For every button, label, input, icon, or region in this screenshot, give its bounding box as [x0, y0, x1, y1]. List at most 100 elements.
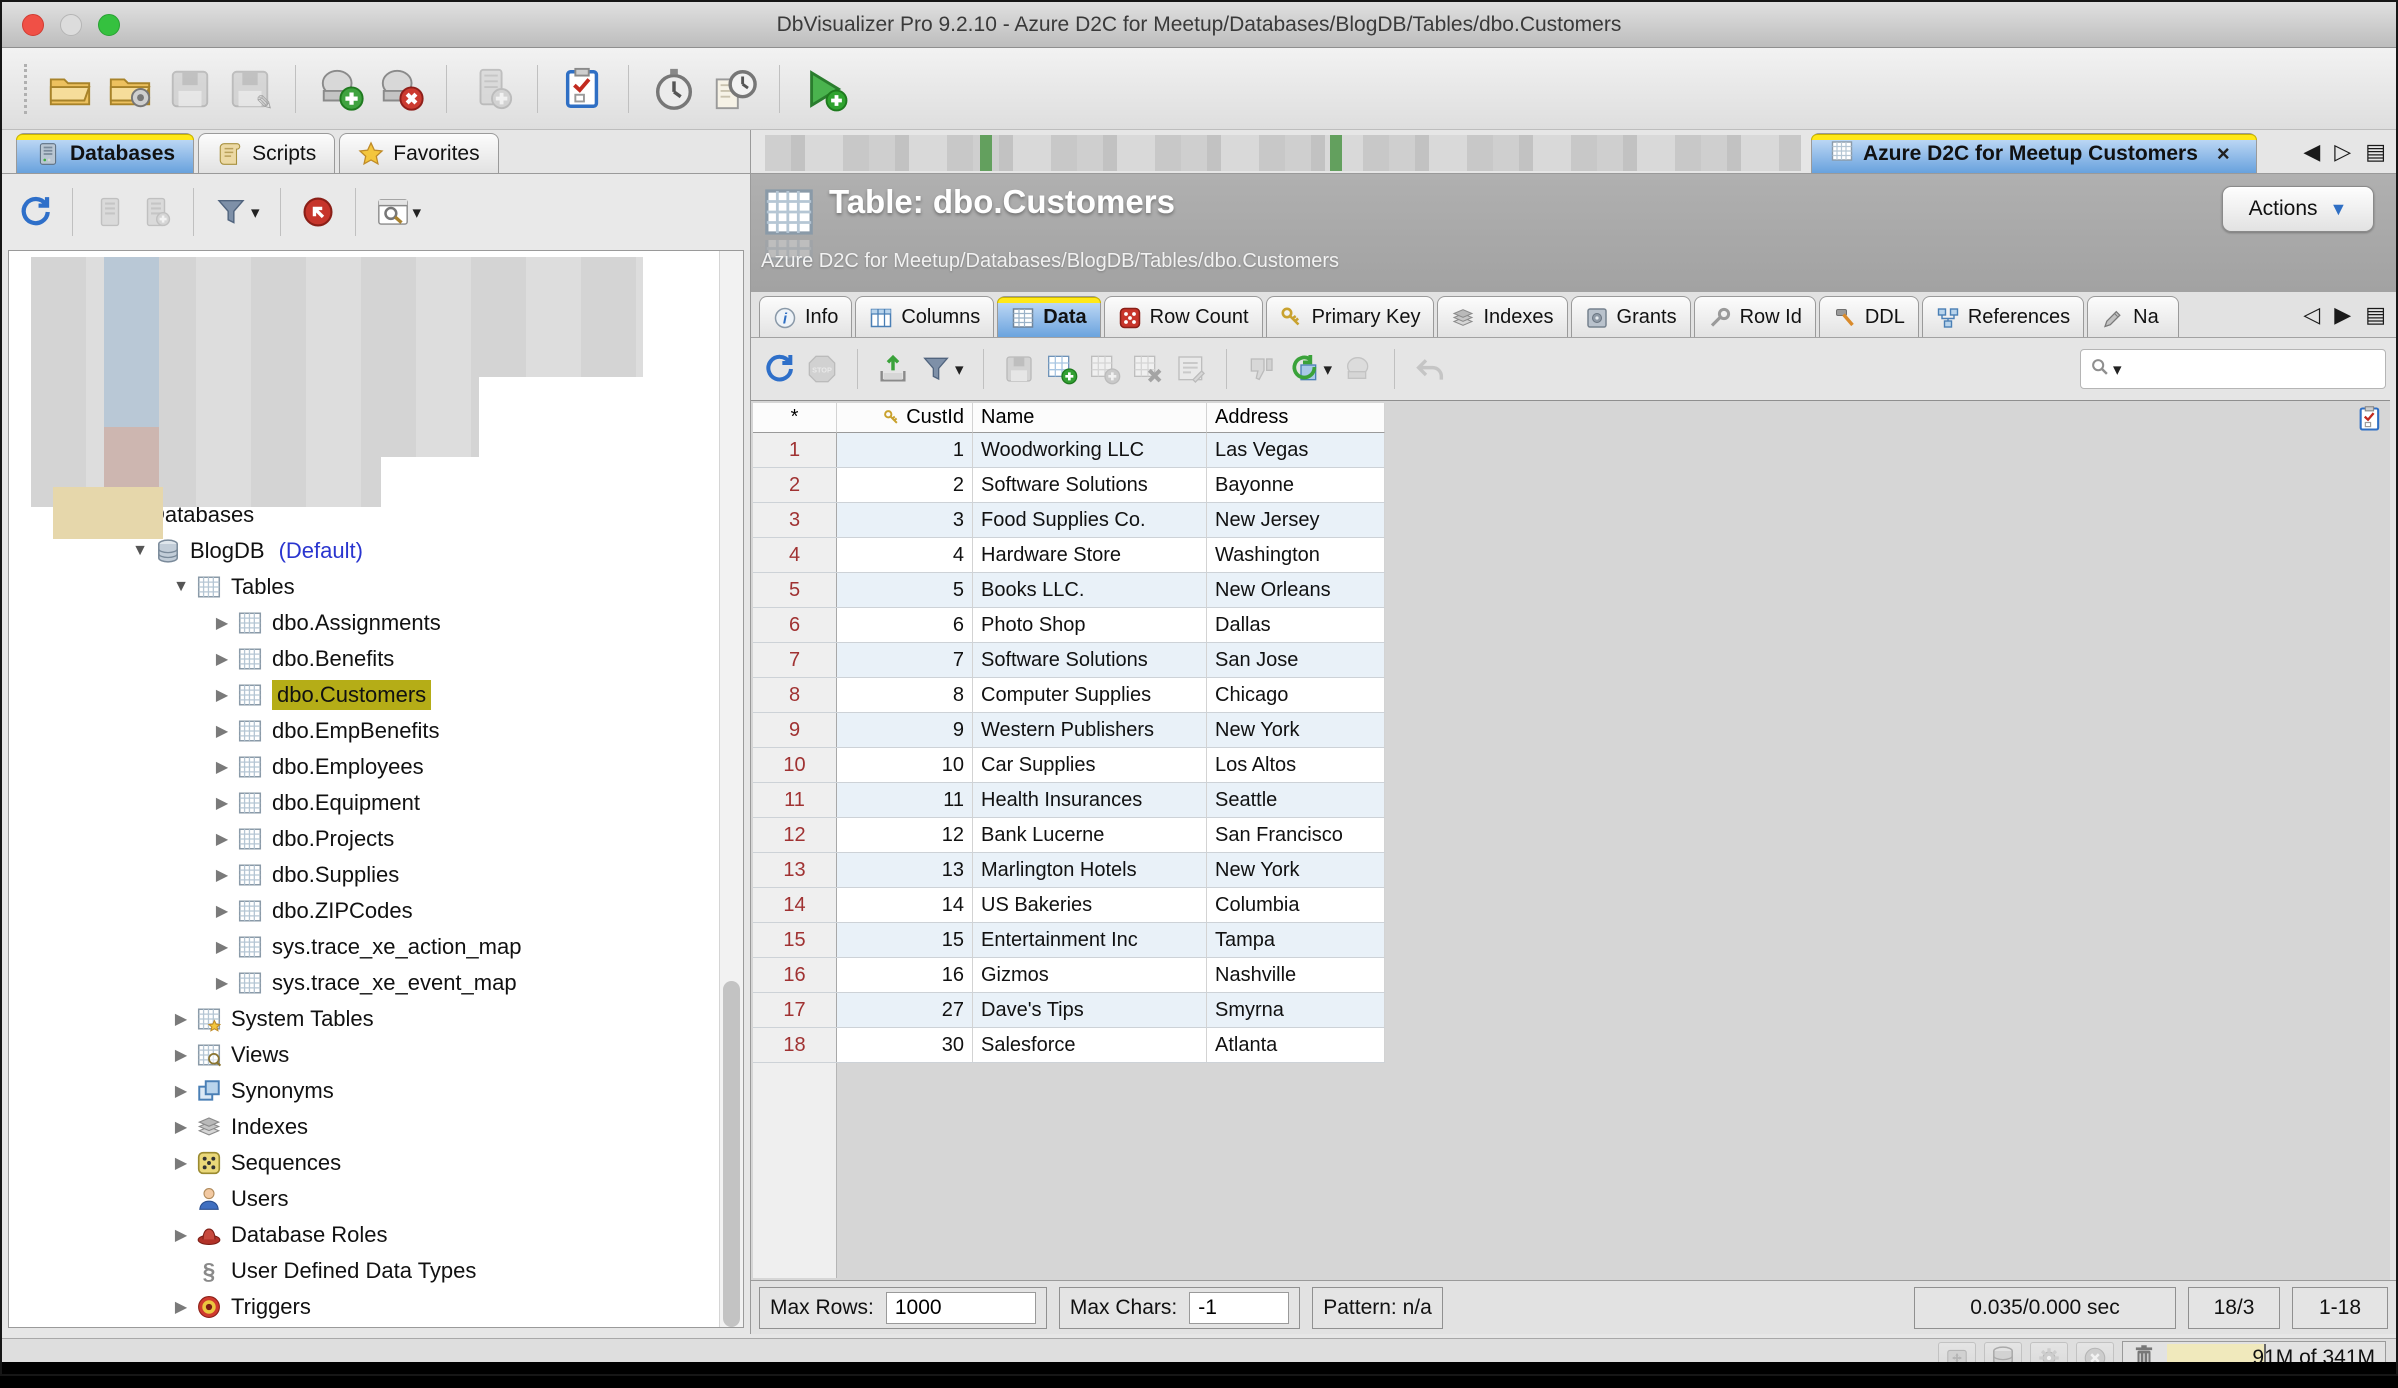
cell-address[interactable]: New York — [1207, 853, 1385, 887]
table-row[interactable]: 99Western PublishersNew York — [753, 713, 1385, 748]
cell-custid[interactable]: 8 — [837, 678, 973, 712]
table-row[interactable]: 1313Marlington HotelsNew York — [753, 853, 1385, 888]
cell-custid[interactable]: 7 — [837, 643, 973, 677]
table-row[interactable]: 1212Bank LucerneSan Francisco — [753, 818, 1385, 853]
table-row[interactable]: 1515Entertainment IncTampa — [753, 923, 1385, 958]
cell-address[interactable]: Las Vegas — [1207, 433, 1385, 467]
tab-columns[interactable]: Columns — [855, 296, 994, 338]
tree-scrollbar-thumb[interactable] — [723, 981, 740, 1327]
grid-search-box[interactable]: ▾ — [2080, 349, 2386, 389]
tree-item-dbo-projects[interactable]: ▶dbo.Projects — [9, 821, 717, 857]
connection-settings-button[interactable] — [107, 66, 153, 112]
cell-address[interactable]: San Francisco — [1207, 818, 1385, 852]
find-object-button[interactable]: ▾ — [376, 195, 422, 229]
close-window-button[interactable] — [22, 14, 44, 36]
export-grid-button[interactable] — [877, 353, 909, 385]
tab-na[interactable]: Na — [2087, 296, 2179, 338]
table-row[interactable]: 22Software SolutionsBayonne — [753, 468, 1385, 503]
collapsed-arrow-icon[interactable]: ▶ — [166, 1297, 196, 1317]
tree-item-synonyms[interactable]: ▶Synonyms — [9, 1073, 717, 1109]
cell-custid[interactable]: 1 — [837, 433, 973, 467]
scroll-tabs-left-button[interactable]: ◀ — [2303, 141, 2320, 163]
collapsed-arrow-icon[interactable]: ▶ — [166, 1117, 196, 1137]
scheduled-tasks-button[interactable] — [711, 66, 757, 112]
cell-name[interactable]: Car Supplies — [973, 748, 1207, 782]
query-monitor-button[interactable] — [651, 66, 697, 112]
cell-name[interactable]: US Bakeries — [973, 888, 1207, 922]
tree-scrollbar[interactable] — [719, 251, 743, 1327]
table-row[interactable]: 1727Dave's TipsSmyrna — [753, 993, 1385, 1028]
cell-address[interactable]: Smyrna — [1207, 993, 1385, 1027]
tab-row-id[interactable]: Row Id — [1694, 296, 1816, 338]
cell-name[interactable]: Western Publishers — [973, 713, 1207, 747]
cell-address[interactable]: Los Altos — [1207, 748, 1385, 782]
cell-name[interactable]: Software Solutions — [973, 468, 1207, 502]
cell-name[interactable]: Computer Supplies — [973, 678, 1207, 712]
collapsed-arrow-icon[interactable]: ▶ — [207, 613, 237, 633]
tab-references[interactable]: References — [1922, 296, 2084, 338]
tree-item-dbo-empbenefits[interactable]: ▶dbo.EmpBenefits — [9, 713, 717, 749]
cell-address[interactable]: Atlanta — [1207, 1028, 1385, 1062]
tree-item-dbo-assignments[interactable]: ▶dbo.Assignments — [9, 605, 717, 641]
collapsed-arrow-icon[interactable]: ▶ — [166, 1153, 196, 1173]
collapsed-arrow-icon[interactable]: ▶ — [207, 685, 237, 705]
filter-data-button[interactable]: ▾ — [920, 353, 964, 385]
collapsed-arrow-icon[interactable]: ▶ — [207, 757, 237, 777]
cell-name[interactable]: Software Solutions — [973, 643, 1207, 677]
cell-address[interactable]: Dallas — [1207, 608, 1385, 642]
tab-primary-key[interactable]: Primary Key — [1266, 296, 1435, 338]
close-tab-icon[interactable]: × — [2217, 141, 2230, 167]
table-row[interactable]: 1830SalesforceAtlanta — [753, 1028, 1385, 1063]
dropdown-caret-icon[interactable]: ▾ — [955, 361, 964, 378]
tab-favorites[interactable]: Favorites — [339, 133, 498, 173]
cell-name[interactable]: Photo Shop — [973, 608, 1207, 642]
table-row[interactable]: 1616GizmosNashville — [753, 958, 1385, 993]
tree-item-sys-trace-xe-event-map[interactable]: ▶sys.trace_xe_event_map — [9, 965, 717, 1001]
table-row[interactable]: 66Photo ShopDallas — [753, 608, 1385, 643]
cell-custid[interactable]: 14 — [837, 888, 973, 922]
expanded-arrow-icon[interactable]: ▼ — [125, 542, 155, 560]
connect-button[interactable] — [318, 66, 364, 112]
cell-address[interactable]: Washington — [1207, 538, 1385, 572]
tree-item-dbo-employees[interactable]: ▶dbo.Employees — [9, 749, 717, 785]
table-row[interactable]: 33Food Supplies Co.New Jersey — [753, 503, 1385, 538]
dropdown-caret-icon[interactable]: ▾ — [413, 204, 422, 221]
table-row[interactable]: 11Woodworking LLCLas Vegas — [753, 433, 1385, 468]
dropdown-caret-icon[interactable]: ▾ — [251, 204, 260, 221]
tab-azure-d2c-for-meetup-customers[interactable]: Azure D2C for Meetup Customers × — [1811, 133, 2257, 174]
cell-custid[interactable]: 27 — [837, 993, 973, 1027]
cell-custid[interactable]: 5 — [837, 573, 973, 607]
toolbar-grip[interactable] — [24, 64, 29, 114]
tree-item-system-tables[interactable]: ▶System Tables — [9, 1001, 717, 1037]
column-header-address[interactable]: Address — [1207, 403, 1385, 433]
tab-list-button[interactable]: ▤ — [2365, 141, 2386, 163]
table-row[interactable]: 1111Health InsurancesSeattle — [753, 783, 1385, 818]
column-header-custid[interactable]: CustId — [837, 403, 973, 433]
cell-address[interactable]: New York — [1207, 713, 1385, 747]
sql-commander-button[interactable] — [560, 66, 606, 112]
table-row[interactable]: 44Hardware StoreWashington — [753, 538, 1385, 573]
search-input[interactable] — [2124, 357, 2377, 381]
cell-name[interactable]: Health Insurances — [973, 783, 1207, 817]
tree-item-database-roles[interactable]: ▶Database Roles — [9, 1217, 717, 1253]
cell-name[interactable]: Dave's Tips — [973, 993, 1207, 1027]
locate-object-button[interactable] — [301, 195, 335, 229]
collapsed-arrow-icon[interactable]: ▶ — [207, 973, 237, 993]
tree-item-user-defined-data-types[interactable]: §User Defined Data Types — [9, 1253, 717, 1289]
cell-custid[interactable]: 3 — [837, 503, 973, 537]
zoom-window-button[interactable] — [98, 14, 120, 36]
table-row[interactable]: 1010Car SuppliesLos Altos — [753, 748, 1385, 783]
refresh-objects-button[interactable] — [18, 195, 52, 229]
cell-custid[interactable]: 13 — [837, 853, 973, 887]
cell-custid[interactable]: 6 — [837, 608, 973, 642]
cell-address[interactable]: New Jersey — [1207, 503, 1385, 537]
tree-item-sequences[interactable]: ▶Sequences — [9, 1145, 717, 1181]
collapsed-arrow-icon[interactable]: ▶ — [166, 1225, 196, 1245]
tree-item-partial[interactable]: ▶⚙ — [9, 1325, 717, 1328]
cell-address[interactable]: New Orleans — [1207, 573, 1385, 607]
cell-custid[interactable]: 11 — [837, 783, 973, 817]
cell-address[interactable]: Bayonne — [1207, 468, 1385, 502]
reload-data-button[interactable] — [763, 353, 795, 385]
tab-databases[interactable]: Databases — [16, 133, 194, 173]
tree-item-views[interactable]: ▶Views — [9, 1037, 717, 1073]
